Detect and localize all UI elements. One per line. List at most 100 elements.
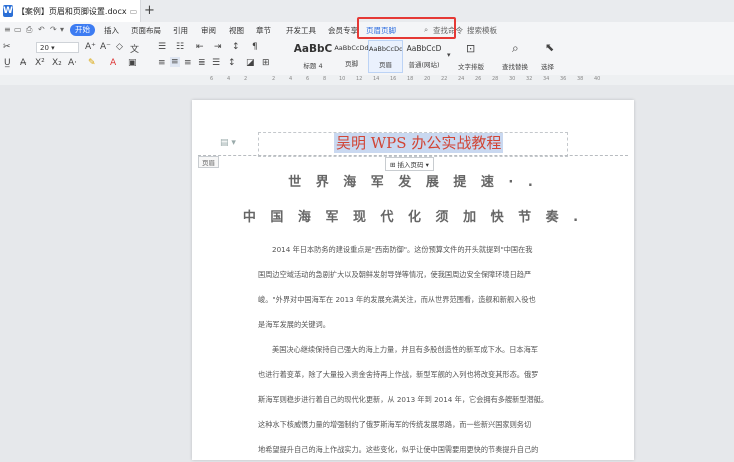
- paragraph-line: 2014 年日本防务的建设重点是"西南防御"。这份预算文件的开头就提到"中国在我: [272, 245, 533, 254]
- borders-icon[interactable]: ⊞: [262, 58, 270, 68]
- select-button[interactable]: 选择: [541, 61, 554, 71]
- find-replace-button[interactable]: 查找替换: [502, 61, 528, 71]
- ruler-tick: 24: [458, 76, 465, 82]
- insert-page-number-button[interactable]: ⊞ 插入页码 ▾: [385, 157, 434, 171]
- ruler-tick: 14: [373, 76, 380, 82]
- folder-icon[interactable]: ▭: [14, 25, 22, 34]
- strikethrough-icon[interactable]: A̶: [20, 58, 26, 68]
- highlight-color-icon[interactable]: ✎: [88, 58, 96, 68]
- menu-tab-developer[interactable]: 开发工具: [286, 25, 316, 36]
- ruler-tick: 10: [339, 76, 346, 82]
- menu-tab-page-layout[interactable]: 页面布局: [131, 25, 161, 36]
- justify-icon[interactable]: ≣: [198, 58, 206, 68]
- style-name: 页眉: [379, 61, 392, 69]
- chinese-layout-icon[interactable]: ↕: [232, 42, 240, 52]
- menu-tab-references[interactable]: 引用: [173, 25, 188, 36]
- header-label-tag: 页眉: [198, 156, 219, 168]
- line-spacing-icon[interactable]: ↕: [228, 58, 236, 68]
- paragraph-line: 是海军发展的关键词。: [258, 320, 330, 329]
- align-center-icon[interactable]: ≡: [170, 57, 180, 67]
- ruler-tick: 6: [306, 76, 310, 82]
- text-effect-icon[interactable]: A·: [68, 58, 77, 68]
- ruler-tick: 34: [543, 76, 550, 82]
- more-quick-icon[interactable]: ▾: [60, 25, 64, 34]
- underline-icon[interactable]: U̲: [4, 58, 11, 68]
- distribute-icon[interactable]: ☰: [212, 58, 220, 68]
- font-size-value: 20: [40, 44, 49, 52]
- menu-tab-section[interactable]: 章节: [256, 25, 271, 36]
- ruler-tick: 30: [509, 76, 516, 82]
- search-template[interactable]: 搜索模板: [467, 25, 497, 36]
- paragraph-line: 峻。"外界对中国海军在 2013 年的发展充满关注，而从世界范围看，造舰和新舰入…: [258, 295, 536, 304]
- document-page[interactable]: ▤ ▾ 吴明 WPS 办公实战教程 页眉 ⊞ 插入页码 ▾ 世 界 海 军 发 …: [192, 100, 634, 460]
- subscript-icon[interactable]: X₂: [52, 58, 62, 68]
- style-footer[interactable]: AaBbCcDd 页脚: [334, 40, 369, 73]
- paragraph-2: 美国决心继续保持自己强大的海上力量，并且有多股创造性的新军成下水。日本海军 也进…: [258, 337, 570, 462]
- horizontal-ruler[interactable]: 6 4 2 2 4 6 8 10 12 14 16 18 20 22 24 26…: [0, 75, 734, 85]
- hamburger-menu-icon[interactable]: ≡: [4, 25, 11, 34]
- document-tab[interactable]: W 【案例】页眉和页脚设置.docx ▭: [0, 0, 141, 22]
- ruler-tick: 16: [390, 76, 397, 82]
- show-marks-icon[interactable]: ¶: [252, 42, 258, 52]
- menu-tab-view[interactable]: 视图: [229, 25, 244, 36]
- styles-more-icon[interactable]: ▾: [447, 51, 451, 59]
- paragraph-line: 地希望提升自己的海上作战实力。这些变化，似乎让使中国需要用更快的节奏提升自己的: [258, 445, 539, 454]
- phonetic-icon[interactable]: 文: [130, 42, 139, 55]
- style-name: 普通(网站): [408, 61, 440, 69]
- style-name: 页脚: [345, 60, 358, 68]
- menu-tab-review[interactable]: 审阅: [201, 25, 216, 36]
- header-text[interactable]: 吴明 WPS 办公实战教程: [334, 133, 504, 153]
- ruler-tick: 20: [424, 76, 431, 82]
- text-arrange-button[interactable]: 文字排版: [458, 61, 484, 71]
- style-name: 标题 4: [303, 62, 323, 70]
- shrink-font-icon[interactable]: A⁻: [100, 42, 111, 52]
- ruler-tick: 38: [577, 76, 584, 82]
- undo-icon[interactable]: ↶: [38, 25, 45, 34]
- ruler-tick: 8: [323, 76, 327, 82]
- ruler-tick: 32: [526, 76, 533, 82]
- char-border-icon[interactable]: ▣: [128, 58, 137, 68]
- header-divider: [198, 155, 628, 156]
- ruler-tick: 26: [475, 76, 482, 82]
- bullet-list-icon[interactable]: ☰: [158, 42, 166, 52]
- ruler-tick: 4: [289, 76, 293, 82]
- align-right-icon[interactable]: ≡: [184, 58, 192, 68]
- font-size-box[interactable]: 20 ▾: [36, 42, 79, 53]
- heading-world-navy: 世 界 海 军 发 展 提 速 · .: [288, 175, 538, 190]
- print-icon[interactable]: ⎙: [26, 25, 32, 35]
- decrease-indent-icon[interactable]: ⇤: [196, 42, 204, 52]
- page-number-icon: ⊞: [390, 161, 396, 169]
- text-arrange-icon[interactable]: ⊡: [466, 42, 475, 55]
- select-cursor-icon[interactable]: ⬉: [545, 41, 554, 54]
- menu-tab-member[interactable]: 会员专享: [328, 25, 358, 36]
- style-header[interactable]: AaBbCcDd 页眉: [368, 40, 403, 73]
- heading-china-navy: 中 国 海 军 现 代 化 须 加 快 节 奏 .: [242, 210, 584, 225]
- style-sample: AaBbCcDd: [369, 45, 402, 53]
- find-replace-icon[interactable]: ⌕: [512, 41, 519, 56]
- style-heading4[interactable]: AaBbC 标题 4: [293, 40, 333, 73]
- increase-indent-icon[interactable]: ⇥: [214, 42, 222, 52]
- screen-icon[interactable]: ▭: [130, 7, 138, 16]
- redo-icon[interactable]: ↷: [50, 25, 57, 34]
- superscript-icon[interactable]: X²: [35, 58, 45, 68]
- menu-tab-home[interactable]: 开始: [70, 24, 95, 36]
- ruler-tick: 28: [492, 76, 499, 82]
- shading-icon[interactable]: ◪: [246, 58, 255, 68]
- style-sample: AaBbC: [293, 43, 333, 55]
- font-color-icon[interactable]: A: [110, 58, 116, 68]
- style-normal-web[interactable]: AaBbCcD 普通(网站): [404, 40, 444, 73]
- ruler-tick: 18: [407, 76, 414, 82]
- paragraph-line: 国周边空域活动的急剧扩大以及朝鲜发射导弹等情况，使我国周边安全保障环境日趋严: [258, 270, 532, 279]
- numbered-list-icon[interactable]: ☷: [176, 42, 184, 52]
- clear-format-icon[interactable]: ◇: [116, 42, 123, 52]
- document-tab-title: 【案例】页眉和页脚设置.docx: [16, 6, 127, 16]
- align-left-icon[interactable]: ≡: [158, 58, 166, 68]
- ruler-tick: 2: [272, 76, 276, 82]
- format-painter-icon[interactable]: ✂: [3, 42, 11, 52]
- grow-font-icon[interactable]: A⁺: [85, 42, 96, 52]
- new-tab-button[interactable]: +: [144, 3, 155, 18]
- paragraph-1: 2014 年日本防务的建设重点是"西南防御"。这份预算文件的开头就提到"中国在我…: [258, 237, 570, 337]
- paragraph-line: 这种水下核威慑力量的增强制约了俄罗斯海军的传统发展思路，而一些新兴国家则务切: [258, 420, 532, 429]
- header-options-icon[interactable]: ▤ ▾: [220, 138, 236, 148]
- menu-tab-insert[interactable]: 插入: [104, 25, 119, 36]
